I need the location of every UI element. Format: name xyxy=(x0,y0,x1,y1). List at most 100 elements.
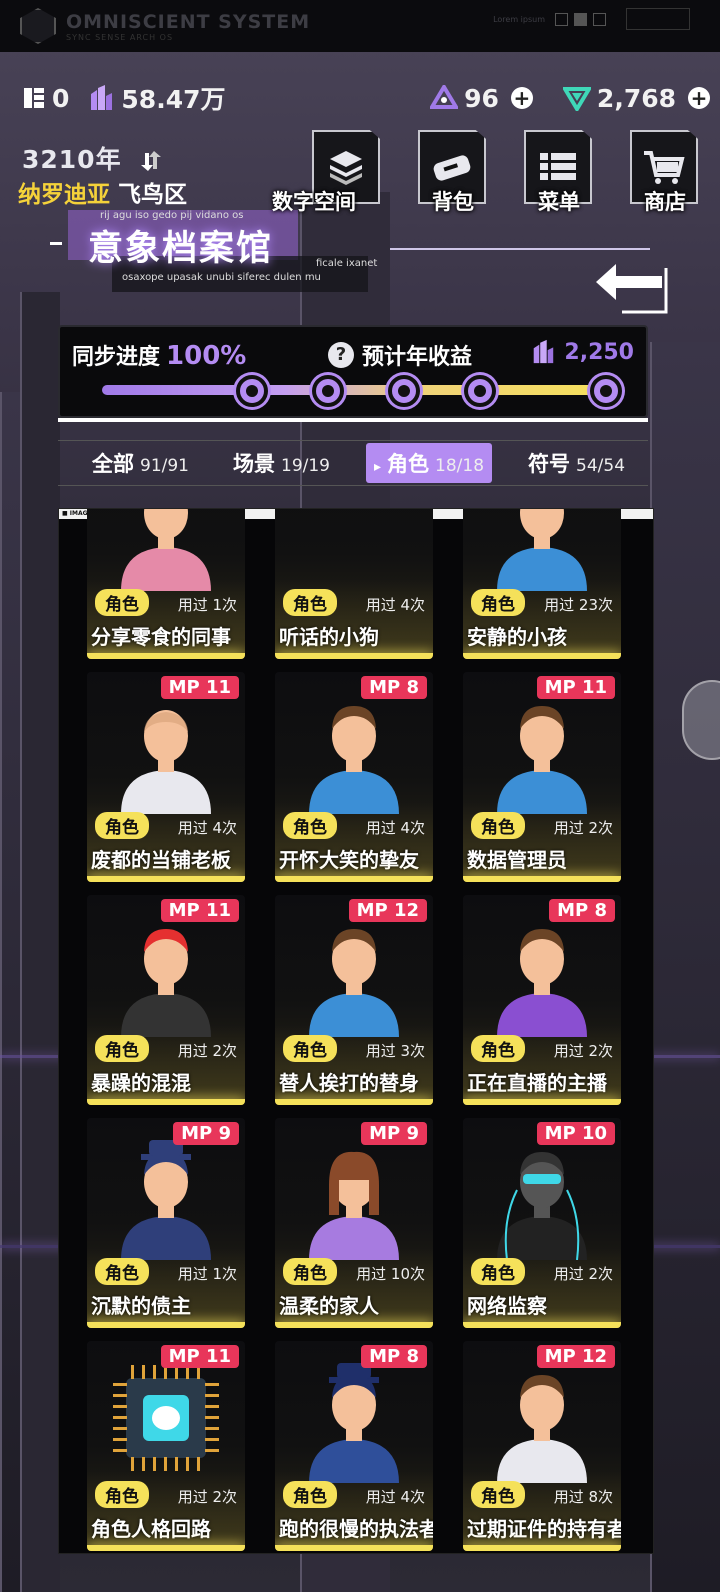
card-name: 暴躁的混混 xyxy=(91,1071,191,1095)
add-gems-button[interactable]: + xyxy=(688,87,710,109)
yield-value: 2,250 xyxy=(564,339,634,365)
character-card[interactable]: MP 8 角色 用过 2次 正在直播的主播 xyxy=(463,895,621,1105)
nav-menu[interactable]: 菜单 xyxy=(524,130,594,216)
character-card[interactable]: 角色 用过 4次 听话的小狗 xyxy=(275,509,433,659)
usage-count: 用过 3次 xyxy=(365,1042,425,1060)
character-portrait xyxy=(487,907,597,1037)
character-card[interactable]: MP 11 角色 用过 2次 暴躁的混混 xyxy=(87,895,245,1105)
minimize-icon xyxy=(555,12,568,26)
role-tag: 角色 xyxy=(95,589,149,616)
progress-node xyxy=(312,375,344,407)
card-name: 过期证件的持有者 xyxy=(467,1517,621,1541)
card-name: 网络监察 xyxy=(467,1294,547,1318)
tab-count: 54/54 xyxy=(576,456,626,476)
nav-menu-label: 菜单 xyxy=(538,190,580,214)
character-portrait xyxy=(299,1130,409,1260)
character-portrait xyxy=(111,1130,221,1260)
role-tag: 角色 xyxy=(95,1035,149,1062)
character-card[interactable]: MP 8 角色 用过 4次 跑的很慢的执法者 xyxy=(275,1341,433,1551)
character-card[interactable]: MP 9 角色 用过 10次 温柔的家人 xyxy=(275,1118,433,1328)
usage-count: 用过 2次 xyxy=(553,1265,613,1283)
tab-character[interactable]: ▸ 角色 18/18 xyxy=(366,443,493,483)
side-handle[interactable] xyxy=(682,680,720,760)
character-card[interactable]: MP 10 角色 用过 2次 网络监察 xyxy=(463,1118,621,1328)
tab-label: 角色 xyxy=(387,452,430,476)
character-card[interactable]: MP 12 角色 用过 3次替人挨打的替身 xyxy=(275,895,433,1105)
district-name: 飞鸟区 xyxy=(118,182,187,208)
gems-resource: 2,768 + xyxy=(562,83,710,113)
character-portrait xyxy=(487,684,597,814)
back-arrow-icon xyxy=(596,264,668,314)
usage-count: 用过 1次 xyxy=(177,1265,237,1283)
location: 纳罗迪亚 飞鸟区 xyxy=(18,175,187,209)
chip-icon xyxy=(22,86,46,110)
yield-income: 2,250 xyxy=(530,339,634,365)
mp-cost-badge: MP 11 xyxy=(160,1345,239,1368)
character-card[interactable]: 角色 用过 23次 安静的小孩 xyxy=(463,509,621,659)
character-portrait xyxy=(299,1353,409,1483)
mp-cost-badge: MP 9 xyxy=(361,1122,427,1145)
character-card[interactable]: MP 8 角色 用过 4次 开怀大笑的挚友 xyxy=(275,672,433,882)
tab-all[interactable]: 全部 91/91 xyxy=(84,443,197,483)
top-nav: 数字空间 背包 菜单 商店 xyxy=(272,130,700,216)
tab-count: 18/18 xyxy=(435,456,485,476)
nav-digital-space[interactable]: 数字空间 xyxy=(272,130,382,216)
character-card[interactable]: MP 11 角色 用过 2次 数据管理员 xyxy=(463,672,621,882)
nav-bag[interactable]: 背包 xyxy=(418,130,488,216)
card-name: 安静的小孩 xyxy=(467,625,567,649)
role-tag: 角色 xyxy=(95,1481,149,1508)
system-logo-icon xyxy=(20,8,56,44)
character-portrait xyxy=(487,1130,597,1261)
city-name: 纳罗迪亚 xyxy=(18,182,110,208)
system-title: OMNISCIENT SYSTEM xyxy=(66,10,311,33)
tab-count: 19/19 xyxy=(281,456,330,476)
character-card[interactable]: MP 11 角色 用过 4次 废都的当铺老板 xyxy=(87,672,245,882)
resource-bar: 0 58.47万 96 + 2,768 + xyxy=(22,80,710,116)
mp-cost-badge: MP 12 xyxy=(348,899,427,922)
sync-progress: 同步进度 100% xyxy=(72,339,246,371)
tab-symbol[interactable]: 符号 54/54 xyxy=(520,443,633,483)
chips-resource: 0 xyxy=(22,84,69,113)
role-tag: 角色 xyxy=(283,589,337,616)
character-portrait xyxy=(111,1353,221,1483)
role-tag: 角色 xyxy=(283,1481,337,1508)
character-card[interactable]: MP 9 角色 用过 1次 沉默的债主 xyxy=(87,1118,245,1328)
usage-count: 用过 10次 xyxy=(356,1265,425,1283)
nav-bag-label: 背包 xyxy=(432,190,474,214)
nav-shop[interactable]: 商店 xyxy=(630,130,700,216)
page-title-wrap: 意象档案馆 xyxy=(50,220,273,271)
maximize-icon xyxy=(574,12,587,26)
card-name: 废都的当铺老板 xyxy=(91,848,231,872)
progress-track xyxy=(102,385,622,395)
ticket-icon xyxy=(430,85,459,111)
crystals-resource: 58.47万 xyxy=(87,80,225,116)
yield-label: 预计年收益 xyxy=(362,345,473,370)
help-icon[interactable]: ? xyxy=(328,342,354,368)
crystal-icon xyxy=(87,84,115,112)
gems-value: 2,768 xyxy=(596,83,676,113)
character-portrait xyxy=(487,1353,597,1483)
role-tag: 角色 xyxy=(95,1258,149,1285)
card-name: 分享零食的同事 xyxy=(91,625,231,649)
card-name: 数据管理员 xyxy=(467,848,567,872)
progress-node xyxy=(590,375,622,407)
tab-label: 全部 xyxy=(92,452,134,476)
year-value: 3210年 xyxy=(22,145,122,174)
mp-cost-badge: MP 8 xyxy=(361,676,427,699)
role-tag: 角色 xyxy=(283,1035,337,1062)
card-name: 听话的小狗 xyxy=(279,625,379,649)
add-tickets-button[interactable]: + xyxy=(510,87,533,109)
role-tag: 角色 xyxy=(471,1481,525,1508)
character-card[interactable]: MP 12 角色 用过 8次 过期证件的持有者 xyxy=(463,1341,621,1551)
character-card[interactable]: MP 11 角色 用过 2次 角色人格回路 xyxy=(87,1341,245,1551)
card-name: 替人挨打的替身 xyxy=(279,1071,419,1095)
character-portrait xyxy=(111,907,221,1037)
progress-node xyxy=(388,375,420,407)
mp-cost-badge: MP 8 xyxy=(549,899,615,922)
character-card[interactable]: 角色 用过 1次 分享零食的同事 xyxy=(87,509,245,659)
nav-digital-space-label: 数字空间 xyxy=(272,190,356,214)
card-name: 温柔的家人 xyxy=(279,1294,379,1318)
back-button[interactable] xyxy=(592,258,672,316)
tab-scene[interactable]: 场景 19/19 xyxy=(225,443,338,483)
progress-node xyxy=(464,375,496,407)
